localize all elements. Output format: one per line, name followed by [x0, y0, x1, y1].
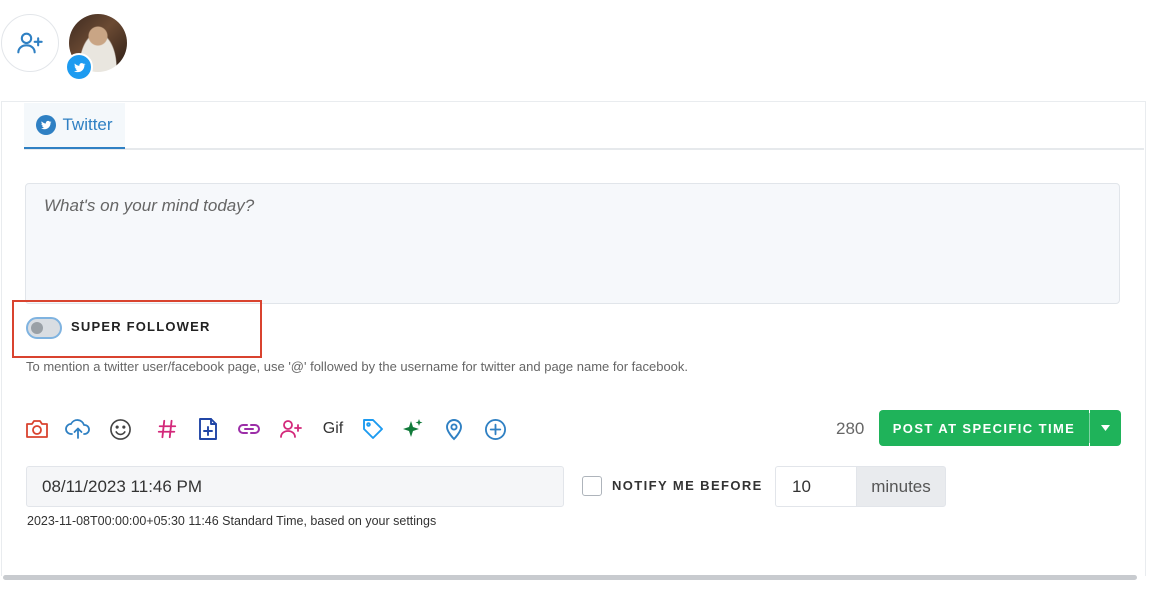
- tab-twitter[interactable]: Twitter: [24, 103, 125, 149]
- add-account-button[interactable]: [1, 14, 59, 72]
- mention-hint: To mention a twitter user/facebook page,…: [26, 359, 689, 374]
- emoji-icon: [109, 418, 131, 440]
- gif-button[interactable]: Gif: [320, 416, 346, 442]
- twitter-badge-icon: [65, 53, 93, 81]
- post-text-input[interactable]: [25, 183, 1120, 304]
- add-document-icon: [199, 418, 217, 440]
- tag-button[interactable]: [360, 416, 386, 442]
- mention-user-button[interactable]: [278, 416, 304, 442]
- emoji-button[interactable]: [107, 416, 133, 442]
- camera-button[interactable]: [24, 416, 50, 442]
- minutes-unit: minutes: [856, 466, 946, 507]
- sparkle-icon: [403, 419, 423, 437]
- upload-button[interactable]: [65, 416, 91, 442]
- post-at-specific-time-button[interactable]: POST AT SPECIFIC TIME: [879, 410, 1089, 446]
- ai-assist-button[interactable]: [400, 416, 426, 442]
- tag-icon: [363, 419, 383, 439]
- notify-checkbox[interactable]: [582, 476, 602, 496]
- camera-icon: [26, 420, 48, 438]
- upload-icon: [65, 419, 90, 439]
- card-scroll-edge: [3, 575, 1137, 580]
- character-counter: 280: [836, 419, 865, 438]
- twitter-icon: [36, 115, 57, 135]
- super-follower-toggle[interactable]: [26, 317, 62, 339]
- hashtag-button[interactable]: [154, 416, 180, 442]
- tab-bar: [24, 148, 1144, 150]
- notify-minutes-input[interactable]: [775, 466, 856, 507]
- hashtag-icon: [157, 419, 177, 439]
- notify-label: NOTIFY ME BEFORE: [612, 478, 763, 493]
- add-user-icon: [17, 32, 43, 54]
- toggle-knob: [31, 322, 43, 334]
- super-follower-label: SUPER FOLLOWER: [71, 319, 211, 334]
- link-icon: [238, 424, 260, 434]
- timezone-note: 2023-11-08T00:00:00+05:30 11:46 Standard…: [27, 514, 437, 528]
- location-pin-icon: [446, 419, 462, 441]
- add-user-icon: [280, 420, 302, 438]
- link-button[interactable]: [236, 416, 262, 442]
- tab-label: Twitter: [62, 115, 113, 134]
- add-document-button[interactable]: [195, 416, 221, 442]
- caret-down-icon: [1101, 425, 1110, 431]
- more-options-button[interactable]: [482, 416, 508, 442]
- plus-circle-icon: [484, 418, 506, 440]
- post-options-dropdown[interactable]: [1090, 410, 1121, 446]
- schedule-datetime-input[interactable]: [26, 466, 564, 507]
- location-button[interactable]: [441, 416, 467, 442]
